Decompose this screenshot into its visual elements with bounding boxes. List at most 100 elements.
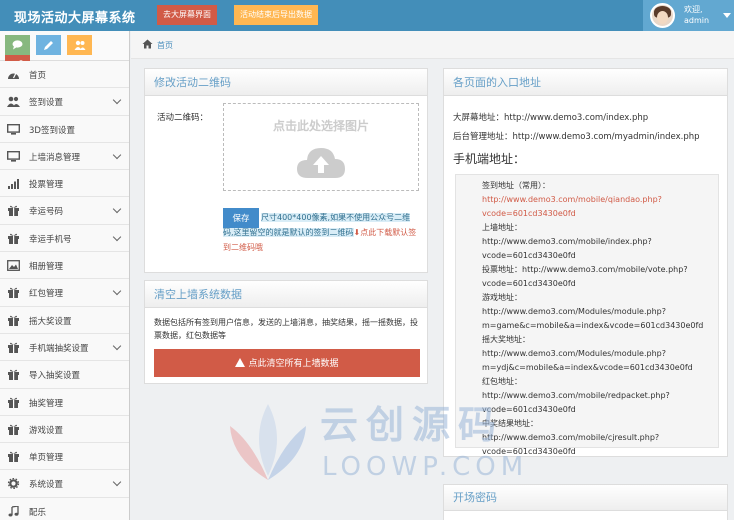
sidebar-item-11[interactable]: 导入抽奖设置 [0,361,129,389]
chevron-down-icon [112,205,122,214]
pencil-icon [43,41,53,50]
chevron-down-icon [112,96,122,105]
mobile-url-line: http://www.demo3.com/mobile/cjresult.php… [482,433,660,442]
sidebar-item-label: 幸运手机号 [29,234,72,245]
sidebar-item-2[interactable]: 3D签到设置 [0,115,129,143]
home-icon [142,39,153,49]
sidebar-item-label: 导入抽奖设置 [29,371,81,382]
mobile-url-line: http://www.demo3.com/Modules/module.php? [482,307,666,316]
sidebar-item-4[interactable]: 投票管理 [0,170,129,198]
gift-icon [7,369,20,381]
sidebar-item-label: 游戏设置 [29,425,64,436]
sidebar-item-3[interactable]: 上墙消息管理 [0,142,129,171]
sidebar-item-12[interactable]: 抽奖管理 [0,388,129,416]
export-data-button[interactable]: 活动结束后导出数据 [234,5,318,25]
sidebar-nav: 首页 签到设置 3D签到设置 上墙消息管理 投票管理幸运号码幸运手机号相册管理红包管理摇… [0,61,129,520]
sidebar-item-label: 红包管理 [29,289,64,300]
sidebar-item-15[interactable]: 系统设置 [0,470,129,498]
mobile-url-line: http://www.demo3.com/mobile/redpacket.ph… [482,391,670,400]
top-navbar: 现场活动大屏幕系统 去大屏幕界面 活动结束后导出数据 欢迎, admin [0,0,734,31]
users-icon [74,40,86,50]
sidebar-item-8[interactable]: 红包管理 [0,279,129,307]
music-icon [7,504,20,517]
entry-panel-title: 各页面的入口地址 [444,69,727,96]
image-upload-area[interactable]: 点击此处选择图片 [223,103,419,191]
sidebar-item-14[interactable]: 单页管理 [0,443,129,471]
gift-icon [7,233,20,244]
comment-icon [12,40,23,50]
users-shortcut-button[interactable] [66,35,92,55]
mobile-url-line: vcode=601cd3430e0fd [482,447,576,456]
gift-icon [7,424,20,435]
sidebar-shortcuts [0,31,129,75]
picture-icon [7,260,20,272]
gift-icon [7,397,20,408]
comment-shortcut-button[interactable] [5,35,30,55]
sidebar-item-6[interactable]: 幸运手机号 [0,224,129,253]
sidebar-item-label: 投票管理 [29,180,64,191]
sidebar-item-1[interactable]: 签到设置 [0,88,129,116]
entry-address-panel: 各页面的入口地址 大屏幕地址：http://www.demo3.com/inde… [443,68,728,457]
breadcrumb-home-link[interactable]: 首页 [157,40,173,51]
mobile-url-line: vcode=601cd3430e0fd [482,279,576,288]
chevron-down-icon [112,341,122,351]
desktop-icon [6,150,21,162]
sidebar-item-9[interactable]: 摇大奖设置 [0,306,129,334]
clear-button-label: 点此清空所有上墙数据 [248,358,339,368]
sidebar-item-5[interactable]: 幸运号码 [0,197,129,225]
sidebar-item-label: 上墙消息管理 [29,152,81,163]
sidebar-item-label: 相册管理 [29,262,64,273]
sidebar-item-label: 摇大奖设置 [29,316,72,327]
big-screen-address: 大屏幕地址：http://www.demo3.com/index.php [453,113,649,123]
sidebar: 首页 签到设置 3D签到设置 上墙消息管理 投票管理幸运号码幸运手机号相册管理红包管理摇… [0,31,130,520]
mobile-url-line: http://www.demo3.com/mobile/index.php? [482,237,652,246]
mobile-url-line: vcode=601cd3430e0fd [482,405,576,414]
mobile-url-line: 投票地址：http://www.demo3.com/mobile/vote.ph… [482,265,688,274]
bar-signal-icon [7,178,20,190]
welcome-text: 欢迎, [684,5,703,14]
username: admin [684,16,710,25]
sidebar-item-10[interactable]: 手机端抽奖设置 [0,333,129,362]
qr-field-label: 活动二维码： [157,113,209,123]
gift-icon [7,315,20,326]
sidebar-item-7[interactable]: 相册管理 [0,252,129,280]
chevron-down-icon [112,232,122,242]
mobile-url-line: 上墙地址： [482,223,522,232]
sidebar-item-13[interactable]: 游戏设置 [0,415,129,444]
pencil-shortcut-button[interactable] [35,35,61,55]
gift-icon [7,342,20,353]
mobile-url-list: 签到地址（常用）： http://www.demo3.com/mobile/qia… [482,179,703,459]
qr-panel-title: 修改活动二维码 [145,69,427,96]
sidebar-item-label: 系统设置 [29,480,64,491]
user-info: 欢迎, admin [684,4,709,26]
mobile-url-line: 红包地址： [482,377,522,386]
avatar [650,3,675,28]
upload-hint-text: 点击此处选择图片 [272,119,369,133]
mobile-url-box: 签到地址（常用）： http://www.demo3.com/mobile/qia… [455,174,719,456]
sidebar-item-label: 手机端抽奖设置 [29,343,89,354]
mobile-url-line: 签到地址（常用）： [482,181,550,190]
mobile-url-line: http://www.demo3.com/Modules/module.php? [482,349,666,358]
mobile-url-line: vcode=601cd3430e0fd [482,251,576,260]
dashboard-icon [7,69,20,80]
big-screen-button[interactable]: 去大屏幕界面 [157,5,217,25]
mobile-url-line: 游戏地址： [482,293,522,302]
monitor-icon [6,123,21,135]
mobile-url-line: m=ydj&c=mobile&a=index&vcode=601cd3430e0… [482,363,693,372]
qr-code-panel: 修改活动二维码 活动二维码： 点击此处选择图片 尺寸400*400像素,如果不使… [144,68,428,273]
gift-icon [7,287,20,299]
clear-data-panel: 清空上墙系统数据 数据包括所有签到用户信息，发送的上墙消息，抽奖结果，摇一摇数据… [144,280,428,384]
user-menu[interactable]: 欢迎, admin [643,0,734,31]
gift-icon [7,205,20,217]
warning-icon [235,358,246,367]
sidebar-item-label: 幸运号码 [29,207,64,218]
sidebar-item-16[interactable]: 配乐 [0,497,129,520]
sidebar-item-0[interactable]: 首页 [0,61,129,89]
save-button[interactable]: 保存 [223,208,259,228]
mobile-url-line[interactable]: http://www.demo3.com/mobile/qiandao.php? [482,193,703,207]
mobile-url-line[interactable]: vcode=601cd3430e0fd [482,207,703,221]
clear-all-data-button[interactable]: 点此清空所有上墙数据 [154,349,420,377]
sidebar-item-label: 3D签到设置 [29,125,75,136]
clear-panel-title: 清空上墙系统数据 [145,281,427,308]
watermark-logo-icon [230,404,306,480]
